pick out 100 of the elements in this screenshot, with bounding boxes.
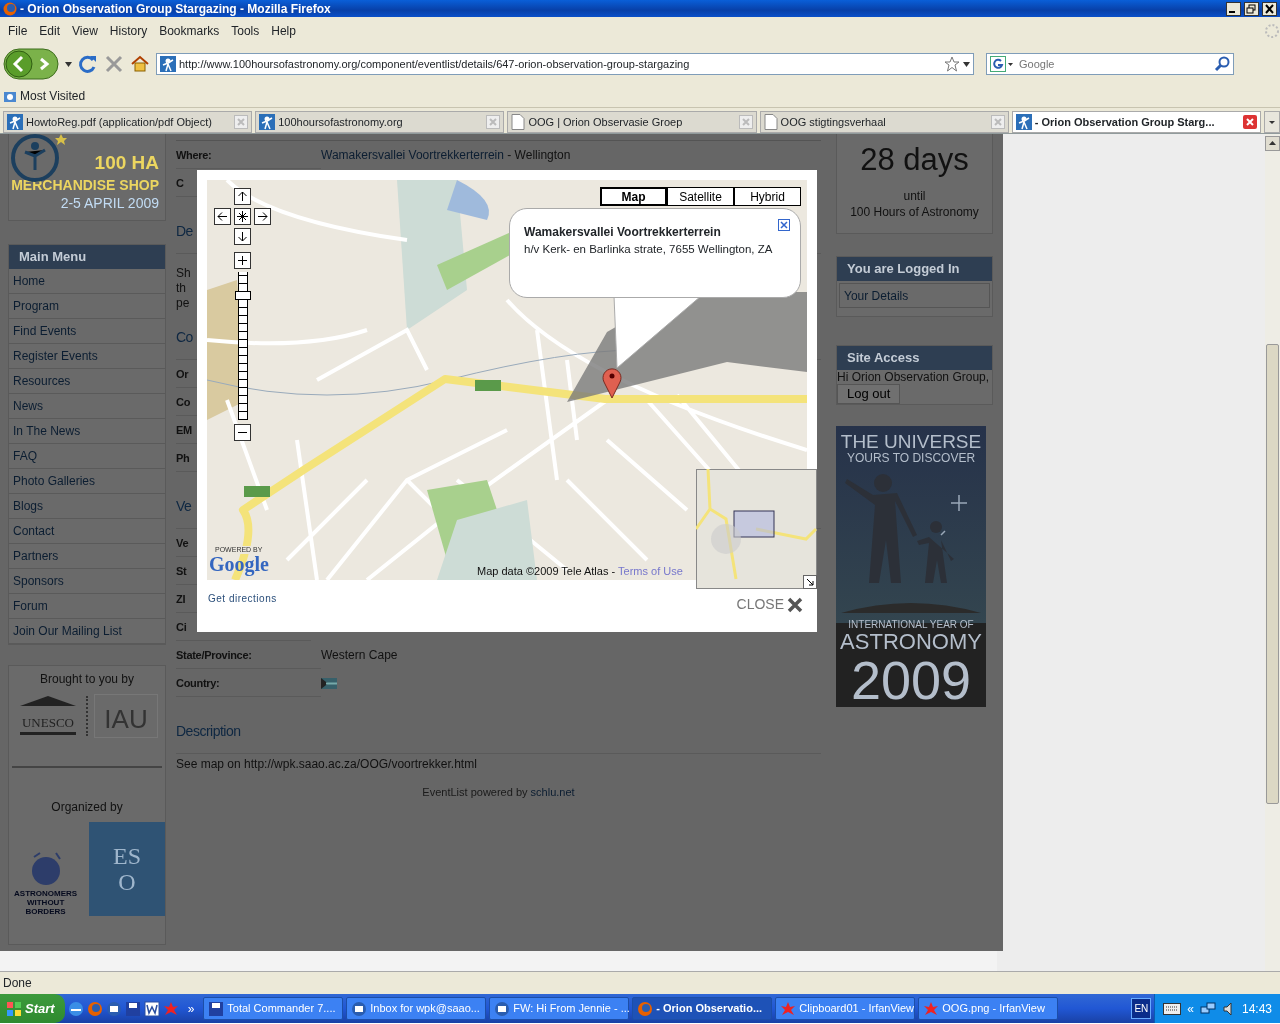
network-icon[interactable] (1199, 1000, 1216, 1017)
tab[interactable]: 100hoursofastronomy.org (255, 111, 505, 133)
zoom-slider[interactable] (238, 272, 248, 420)
home-icon[interactable] (130, 54, 150, 74)
center-map-button[interactable] (234, 208, 251, 225)
scrollbar-thumb[interactable] (1266, 344, 1279, 804)
zoom-slider-thumb[interactable] (235, 291, 251, 301)
pan-up-button[interactable] (234, 188, 251, 205)
language-indicator[interactable]: EN (1131, 998, 1152, 1019)
poster-text: THE UNIVERSE (840, 432, 982, 452)
more-button[interactable]: » (181, 999, 201, 1018)
firefox-icon (3, 1, 17, 16)
close-button[interactable]: CLOSE (736, 594, 803, 615)
partner-logo[interactable]: ASTRONOMERS WITHOUT BORDERS (8, 849, 83, 916)
menu-link[interactable]: Find Events (9, 319, 165, 344)
zoom-out-button[interactable] (234, 424, 251, 441)
tab[interactable]: OOG stigtingsverhaal (759, 111, 1009, 133)
taskbar-button[interactable]: Inbox for wpk@saao... (346, 997, 487, 1020)
pan-down-button[interactable] (234, 228, 251, 245)
resize-icon[interactable] (803, 575, 817, 589)
reload-icon[interactable] (78, 54, 98, 74)
search-icon[interactable] (1214, 56, 1230, 72)
partner-logo[interactable]: ESO (88, 822, 166, 916)
banner-text[interactable]: 100 HA (94, 150, 159, 176)
partner-logo[interactable]: IAU (94, 694, 158, 738)
tab[interactable]: - Orion Observation Group Starg... (1011, 111, 1261, 133)
pan-left-button[interactable] (214, 208, 231, 225)
dropdown-caret-icon[interactable] (963, 61, 970, 67)
taskbar-button[interactable]: FW: Hi From Jennie - ... (489, 997, 630, 1020)
menu-link[interactable]: In The News (9, 419, 165, 444)
menu-item[interactable]: History (103, 21, 154, 40)
map-type-button[interactable]: Map (600, 187, 667, 206)
menu-link[interactable]: News (9, 394, 165, 419)
address-field[interactable]: http://www.100hoursofastronomy.org/component/eventlist/details/647-orion-observation-group-stargazing (156, 53, 974, 75)
scroll-up-icon[interactable] (1265, 136, 1280, 152)
map-type-button[interactable]: Satellite (667, 187, 734, 206)
menu-item[interactable]: View (66, 21, 104, 40)
poster-text: ASTRONOMY (840, 630, 982, 653)
menu-link[interactable]: Program (9, 294, 165, 319)
menu-item[interactable]: Tools (225, 21, 266, 40)
start-button[interactable]: Start (0, 994, 65, 1023)
bookmark-star-icon[interactable] (944, 56, 960, 72)
map-type-button[interactable]: Hybrid (734, 187, 801, 206)
menu-link[interactable]: Register Events (9, 344, 165, 369)
search-field[interactable]: Google (986, 53, 1234, 75)
menu-link[interactable]: Blogs (9, 494, 165, 519)
menu-item[interactable]: Help (265, 21, 302, 40)
close-icon[interactable] (1262, 1, 1277, 16)
clock-time[interactable]: 14:43 (1241, 999, 1272, 1018)
menu-link[interactable]: Home (9, 269, 165, 294)
taskbar-button[interactable]: - Orion Observatio... (632, 997, 773, 1020)
mail-client-icon[interactable] (105, 1000, 122, 1017)
expand-tray-button[interactable]: « (1187, 999, 1194, 1018)
menu-link[interactable]: Partners (9, 544, 165, 569)
minimize-icon[interactable] (1226, 1, 1241, 16)
banner-text[interactable]: MERCHANDISE SHOP (11, 176, 159, 194)
window-title: - Orion Observation Group Stargazing - Mozilla Firefox (20, 0, 332, 18)
browser-icon[interactable] (67, 1000, 84, 1017)
tab[interactable]: OOG | Orion Observasie Groep (507, 111, 757, 133)
banner-text[interactable]: 2-5 APRIL 2009 (60, 194, 159, 212)
google-logo[interactable]: Google (209, 554, 269, 574)
zoom-in-button[interactable] (234, 252, 251, 269)
tab[interactable]: HowtoReg.pdf (application/pdf Object) (3, 111, 253, 133)
taskbar-button[interactable]: Clipboard01 - IrfanView (775, 997, 916, 1020)
field-label: State/Province: (176, 649, 252, 661)
section-heading: De (176, 223, 193, 239)
poster-text: YOURS TO DISCOVER (846, 452, 976, 465)
taskbar-button[interactable]: OOG.png - IrfanView (918, 997, 1059, 1020)
footer-link[interactable]: schlu.net (530, 786, 575, 798)
menu-item[interactable]: Bookmarks (153, 21, 226, 40)
back-forward-icon[interactable] (3, 48, 59, 80)
field-label: Ph (176, 452, 190, 464)
taskbar-button[interactable]: Total Commander 7.... (203, 997, 344, 1020)
logout-button[interactable]: Log out (837, 384, 901, 404)
partner-logo[interactable]: UNESCO (16, 694, 80, 738)
search-engine-icon[interactable] (990, 56, 1014, 72)
dropdown-caret-icon[interactable] (65, 61, 72, 67)
directions-link[interactable]: Get directions (208, 591, 277, 606)
menu-item[interactable]: Edit (33, 21, 67, 40)
menu-link[interactable]: Resources (9, 369, 165, 394)
word-processor-icon[interactable] (143, 1000, 160, 1017)
field-label: Ci (176, 621, 187, 633)
pan-right-icon (257, 211, 268, 222)
restore-icon[interactable] (1244, 1, 1259, 16)
account-link[interactable]: Your Details (839, 283, 990, 308)
pan-right-button[interactable] (254, 208, 271, 225)
field-label: St (176, 565, 187, 577)
bookmark-item[interactable]: Most Visited (20, 86, 86, 105)
place-address: h/v Kerk- en Barlinka strate, 7655 Wellington, ZA (524, 242, 774, 257)
menu-link[interactable]: FAQ (9, 444, 165, 469)
menu-link[interactable]: Forum (9, 594, 165, 619)
menu-link[interactable]: Contact (9, 519, 165, 544)
menu-link[interactable]: Photo Galleries (9, 469, 165, 494)
terms-link[interactable]: Terms of Use (618, 565, 683, 577)
astronomy-poster[interactable]: THE UNIVERSE YOURS TO DISCOVER INTERNATIONAL YEAR OF ASTRONOMY 2009 (836, 426, 986, 707)
location-link[interactable]: Wamakersvallei Voortrekkerterrein (321, 148, 504, 162)
menu-item[interactable]: File (2, 21, 34, 40)
close-tab-icon[interactable] (1243, 115, 1257, 129)
menu-link[interactable]: Join Our Mailing List (9, 619, 165, 644)
menu-link[interactable]: Sponsors (9, 569, 165, 594)
